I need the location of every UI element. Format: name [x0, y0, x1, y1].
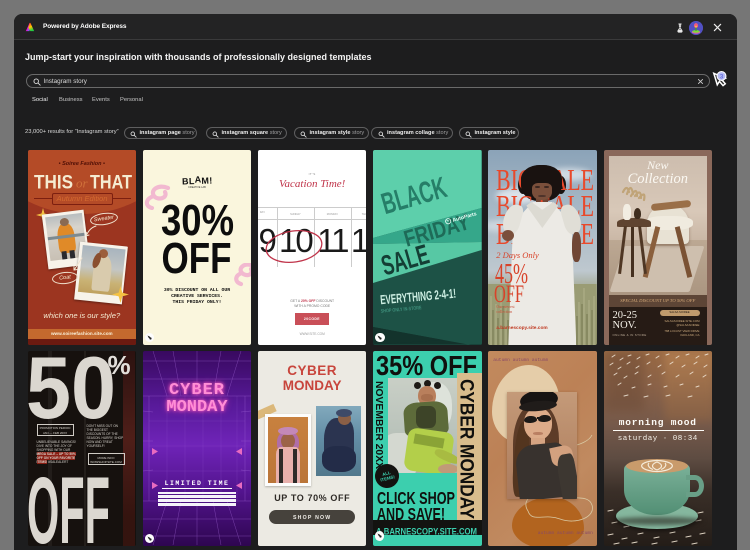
svg-text:OFF: OFF [494, 281, 524, 306]
svg-text:or: or [76, 176, 89, 191]
svg-text:30%: 30% [161, 200, 234, 240]
svg-text:THAT: THAT [90, 173, 132, 192]
svg-text:THIS: THIS [34, 173, 73, 192]
svg-text:NOVEMBER 20XX: NOVEMBER 20XX [374, 381, 385, 469]
svg-text:CYBER MONDAY: CYBER MONDAY [457, 379, 477, 519]
svg-text:A.BARNESCOPY.SITE.COM: A.BARNESCOPY.SITE.COM [376, 527, 477, 536]
svg-text:50: 50 [28, 351, 116, 429]
svg-text:EVERYTHING 2-4-1!: EVERYTHING 2-4-1! [380, 286, 457, 308]
svg-text:OFF: OFF [161, 238, 231, 278]
svg-text:OFF: OFF [28, 473, 110, 546]
svg-text:3: 3 [720, 73, 724, 80]
svg-text:CLICK SHOP: CLICK SHOP [377, 490, 455, 507]
